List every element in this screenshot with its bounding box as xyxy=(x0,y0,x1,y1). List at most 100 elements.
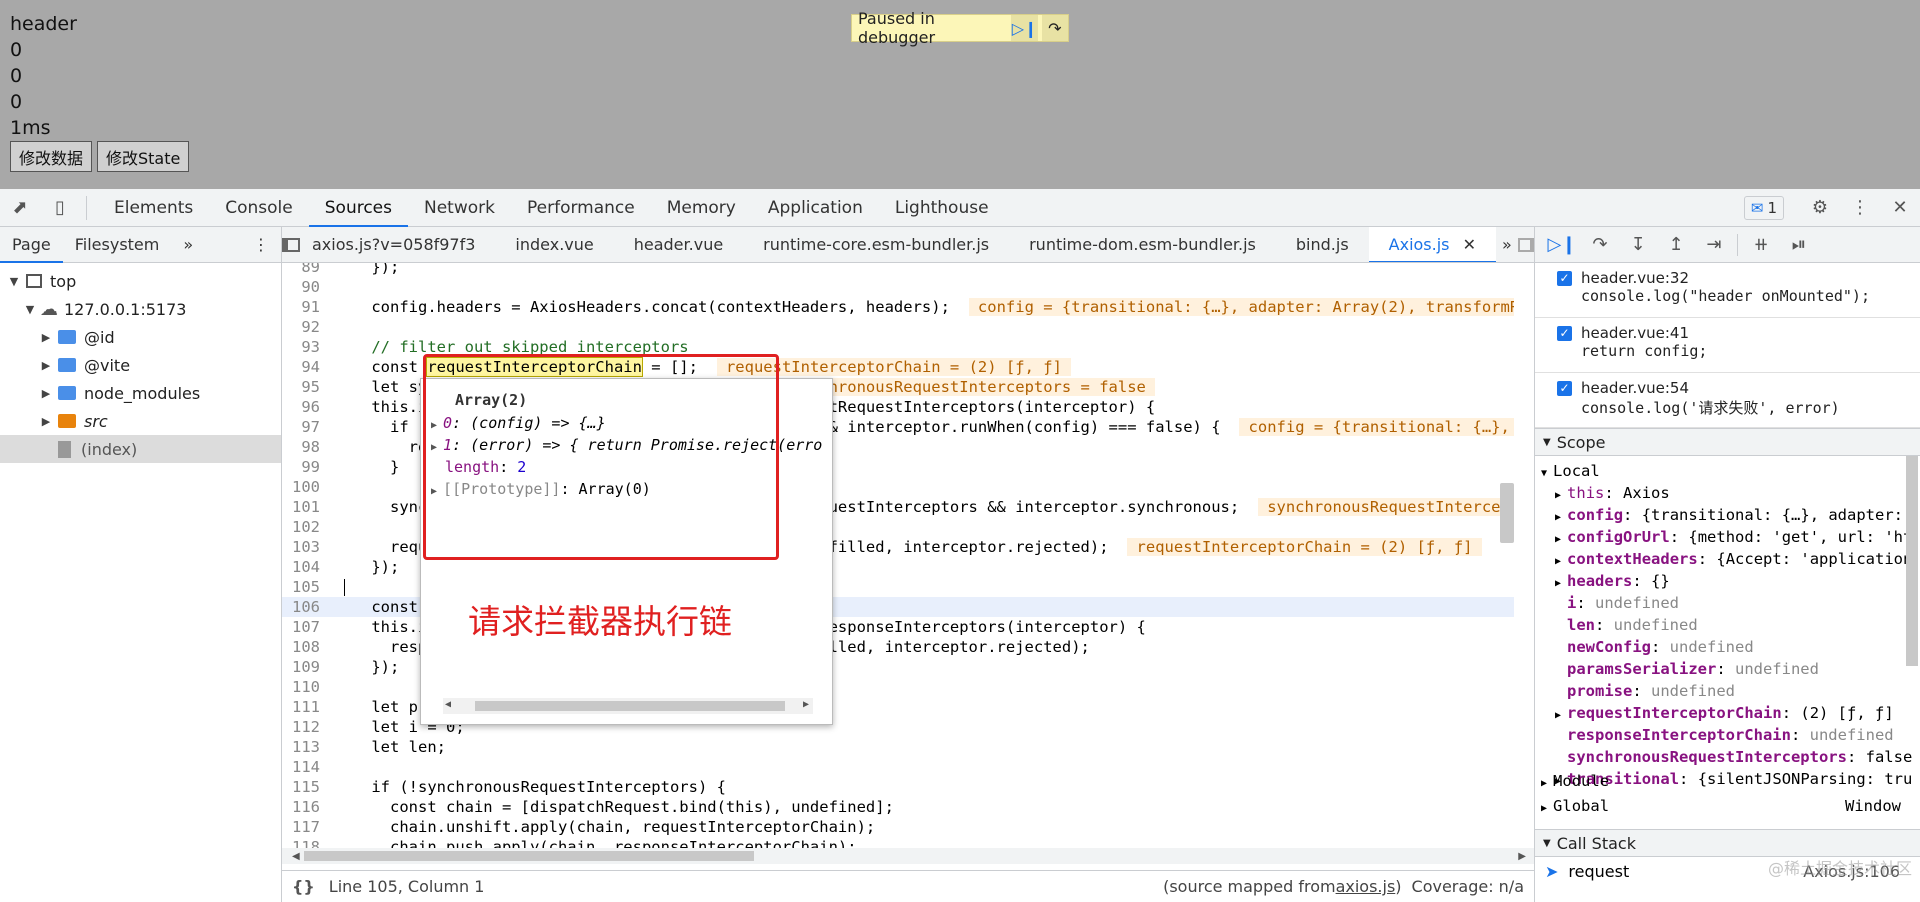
toggle-navigator-button[interactable] xyxy=(282,227,300,262)
line-number[interactable]: 96 xyxy=(282,397,334,417)
nav-tab-page[interactable]: Page xyxy=(0,227,63,263)
inspect-element-button[interactable]: ⬈ xyxy=(0,189,40,227)
scope-section-header[interactable]: ▼ Scope xyxy=(1535,428,1920,456)
code-line[interactable]: 114 xyxy=(282,757,1514,777)
deactivate-breakpoints-button[interactable]: ⧺ xyxy=(1742,227,1780,263)
code-line[interactable]: 117 chain.unshift.apply(chain, requestIn… xyxy=(282,817,1514,837)
source-map-link[interactable]: axios.js xyxy=(1336,877,1396,896)
line-number[interactable]: 90 xyxy=(282,277,334,297)
scope-variable[interactable]: synchronousRequestInterceptors: false xyxy=(1567,746,1920,768)
tab-memory[interactable]: Memory xyxy=(651,189,752,227)
editor-tab[interactable]: runtime-core.esm-bundler.js xyxy=(743,227,1009,262)
scroll-right-icon[interactable]: ▶ xyxy=(803,699,809,710)
code-line[interactable]: 92 xyxy=(282,317,1514,337)
line-number[interactable]: 116 xyxy=(282,797,334,817)
scope-global-header[interactable]: ▶ Global Window xyxy=(1541,795,1901,820)
line-number[interactable]: 115 xyxy=(282,777,334,797)
nav-more-tabs[interactable]: » xyxy=(171,227,205,263)
line-number[interactable]: 102 xyxy=(282,517,334,537)
issues-badge[interactable]: ✉ 1 xyxy=(1743,195,1784,220)
line-number[interactable]: 99 xyxy=(282,457,334,477)
line-number[interactable]: 103 xyxy=(282,537,334,557)
nav-tab-filesystem[interactable]: Filesystem xyxy=(63,227,172,263)
device-toolbar-button[interactable]: ▯ xyxy=(40,189,80,227)
horizontal-scrollbar-thumb[interactable] xyxy=(304,851,754,861)
tree-item-folder[interactable]: ▶ @id xyxy=(0,323,281,351)
tab-network[interactable]: Network xyxy=(408,189,511,227)
more-tabs-button[interactable]: » xyxy=(1496,227,1518,262)
tab-performance[interactable]: Performance xyxy=(511,189,651,227)
line-number[interactable]: 108 xyxy=(282,637,334,657)
scope-variable[interactable]: promise: undefined xyxy=(1567,680,1920,702)
line-number[interactable]: 92 xyxy=(282,317,334,337)
editor-tab[interactable]: bind.js xyxy=(1276,227,1369,262)
tree-item-folder[interactable]: ▶ @vite xyxy=(0,351,281,379)
editor-tab[interactable]: axios.js?v=058f97f3 xyxy=(300,227,495,262)
vertical-scrollbar-thumb[interactable] xyxy=(1500,483,1514,543)
code-line[interactable]: 113 let len; xyxy=(282,737,1514,757)
resume-button[interactable]: ▷❙ xyxy=(1543,227,1581,263)
line-number[interactable]: 94 xyxy=(282,357,334,377)
line-number[interactable]: 112 xyxy=(282,717,334,737)
line-number[interactable]: 93 xyxy=(282,337,334,357)
step-out-button[interactable]: ↥ xyxy=(1657,227,1695,263)
editor-tab-active[interactable]: Axios.js ✕ xyxy=(1368,227,1497,262)
line-number[interactable]: 107 xyxy=(282,617,334,637)
tree-item-top[interactable]: ▼ top xyxy=(0,267,281,295)
code-line[interactable]: 116 const chain = [dispatchRequest.bind(… xyxy=(282,797,1514,817)
toggle-debugger-button[interactable] xyxy=(1517,227,1534,262)
scroll-left-icon[interactable]: ◀ xyxy=(292,851,302,862)
line-number[interactable]: 118 xyxy=(282,837,334,848)
line-number[interactable]: 97 xyxy=(282,417,334,437)
modify-data-button[interactable]: 修改数据 xyxy=(10,141,93,172)
scope-variable[interactable]: newConfig: undefined xyxy=(1567,636,1920,658)
breakpoint-item[interactable]: ✓ header.vue:32 console.log("header onMo… xyxy=(1535,263,1920,318)
line-number[interactable]: 95 xyxy=(282,377,334,397)
editor-tab[interactable]: header.vue xyxy=(614,227,743,262)
tab-sources[interactable]: Sources xyxy=(308,189,409,227)
checkbox-checked-icon[interactable]: ✓ xyxy=(1557,271,1572,286)
line-number[interactable]: 91 xyxy=(282,297,334,317)
code-line[interactable]: 115 if (!synchronousRequestInterceptors)… xyxy=(282,777,1514,797)
callstack-section-header[interactable]: ▼ Call Stack xyxy=(1535,829,1920,857)
line-number[interactable]: 89 xyxy=(282,263,334,277)
line-number[interactable]: 117 xyxy=(282,817,334,837)
resume-button[interactable]: ▷❙ xyxy=(1011,15,1038,41)
editor-tab[interactable]: index.vue xyxy=(495,227,613,262)
scope-module-header[interactable]: ▶ Module xyxy=(1541,770,1913,795)
sidebar-scrollbar-thumb[interactable] xyxy=(1906,456,1918,666)
step-into-button[interactable]: ↧ xyxy=(1619,227,1657,263)
step-over-button[interactable]: ↷ xyxy=(1041,15,1069,41)
scroll-left-icon[interactable]: ◀ xyxy=(445,699,451,710)
popover-scrollbar-thumb[interactable] xyxy=(475,701,785,711)
line-number[interactable]: 111 xyxy=(282,697,334,717)
nav-menu-button[interactable]: ⋮ xyxy=(241,227,281,263)
editor-tab[interactable]: runtime-dom.esm-bundler.js xyxy=(1009,227,1276,262)
checkbox-checked-icon[interactable]: ✓ xyxy=(1557,326,1572,341)
scope-variable[interactable]: len: undefined xyxy=(1567,614,1920,636)
scope-variable[interactable]: responseInterceptorChain: undefined xyxy=(1567,724,1920,746)
scroll-right-icon[interactable]: ▶ xyxy=(1518,851,1526,862)
close-tab-icon[interactable]: ✕ xyxy=(1463,235,1476,254)
breakpoint-item[interactable]: ✓ header.vue:41 return config; xyxy=(1535,318,1920,373)
line-number[interactable]: 109 xyxy=(282,657,334,677)
tree-item-folder[interactable]: ▶ src xyxy=(0,407,281,435)
checkbox-checked-icon[interactable]: ✓ xyxy=(1557,381,1572,396)
code-line[interactable]: 89 }); xyxy=(282,263,1514,277)
tree-item-folder[interactable]: ▶ node_modules xyxy=(0,379,281,407)
more-options-button[interactable]: ⋮ xyxy=(1840,189,1880,227)
scope-variable[interactable]: paramsSerializer: undefined xyxy=(1567,658,1920,680)
modify-state-button[interactable]: 修改State xyxy=(97,141,190,172)
tree-item-file[interactable]: (index) xyxy=(0,435,281,463)
settings-button[interactable]: ⚙ xyxy=(1800,189,1840,227)
close-devtools-button[interactable]: ✕ xyxy=(1880,189,1920,227)
tab-elements[interactable]: Elements xyxy=(98,189,209,227)
code-line[interactable]: 91 config.headers = AxiosHeaders.concat(… xyxy=(282,297,1514,317)
pretty-print-button[interactable]: {} xyxy=(292,877,315,896)
code-line[interactable]: 118 chain.push.apply(chain, responseInte… xyxy=(282,837,1514,848)
scope-variable[interactable]: i: undefined xyxy=(1567,592,1920,614)
line-number[interactable]: 104 xyxy=(282,557,334,577)
popover-scrollbar[interactable]: ◀ ▶ xyxy=(443,698,813,714)
line-number[interactable]: 98 xyxy=(282,437,334,457)
step-button[interactable]: ⇥ xyxy=(1695,227,1733,263)
